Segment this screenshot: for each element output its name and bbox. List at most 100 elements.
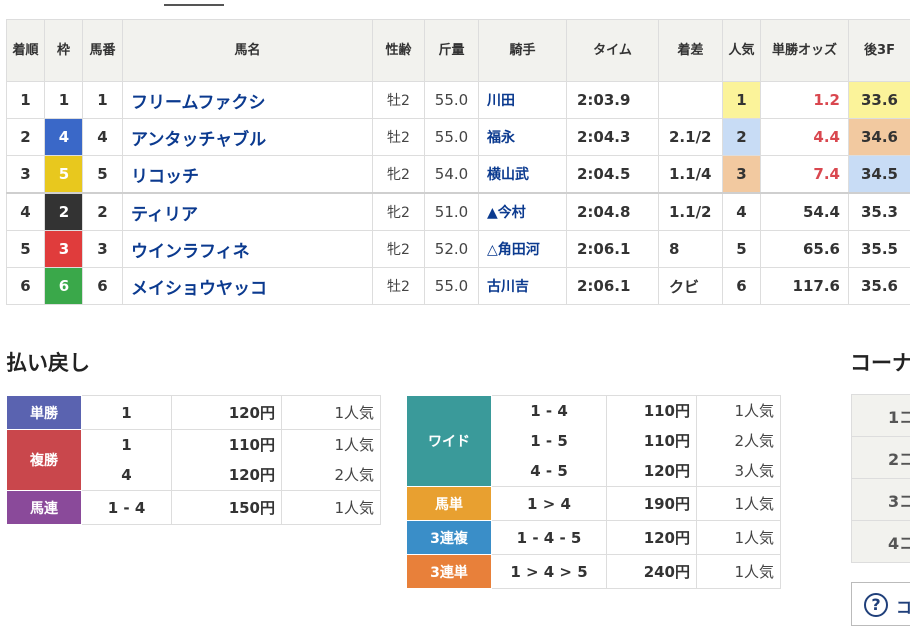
cell-odds: 4.4 [760, 118, 849, 156]
cell-horse[interactable]: アンタッチャブル [122, 118, 373, 156]
header-odds: 単勝オッズ [760, 19, 849, 82]
cell-horse[interactable]: ティリア [122, 192, 373, 231]
cell-sexage: 牡2 [372, 81, 425, 119]
payout-combo: 1 - 4 1 - 5 4 - 5 [491, 395, 607, 487]
header-agari: 後3F [848, 19, 910, 82]
payout-row: 3連複 1 - 4 - 5 120円 1人気 [406, 520, 781, 555]
cell-horse[interactable]: リコッチ [122, 155, 373, 194]
header-margin: 着差 [658, 19, 723, 82]
waku-badge: 4 [45, 119, 82, 155]
payout-row: 馬連 1 - 4 150円 1人気 [6, 490, 381, 525]
cell-waku: 3 [44, 230, 83, 268]
cell-rank: 1 [6, 81, 45, 119]
payout-row: 複勝 1 4 110円 120円 1人気 2人気 [6, 429, 381, 491]
payout-combo-value: 4 [121, 466, 132, 484]
cell-margin [658, 81, 723, 119]
payout-amount: 190円 [606, 486, 697, 521]
cell-rank: 2 [6, 118, 45, 156]
payout-table-left: 単勝 1 120円 1人気 複勝 1 4 110円 120円 1人気 2人気 馬連 1 - 4 150円 1… [6, 395, 381, 525]
payout-combo: 1 > 4 > 5 [491, 554, 607, 589]
cell-umaban: 2 [82, 192, 123, 231]
cell-agari: 35.3 [848, 192, 910, 231]
payout-combo-value: 1 [121, 436, 132, 454]
header-umaban: 馬番 [82, 19, 123, 82]
payout-combo-value: 1 > 4 > 5 [510, 562, 588, 581]
cell-odds: 54.4 [760, 192, 849, 231]
cell-umaban: 5 [82, 155, 123, 194]
payout-pop-value: 1人気 [734, 402, 774, 420]
result-row: 1 1 1 フリームファクシ 牡2 55.0 川田 2:03.9 1 1.2 33.6 [6, 81, 910, 119]
payout-combo: 14 [81, 429, 172, 491]
payout-combo-value: 1 > 4 [527, 494, 571, 513]
payout-pop: 1人気 2人気 [281, 429, 381, 491]
waku-badge: 1 [45, 82, 82, 118]
cell-umaban: 3 [82, 230, 123, 268]
corner-table: 1コ 2コ 3コ 4コ [851, 394, 910, 563]
result-row: 6 6 6 メイショウヤッコ 牡2 55.0 古川吉 2:06.1 クビ 6 117.6 35.6 [6, 267, 910, 305]
payout-pop: 1人気 2人気 3人気 [696, 395, 781, 487]
payout-pop: 1人気 [281, 395, 381, 430]
corner-row: 1コ [851, 394, 910, 437]
cell-time: 2:06.1 [566, 267, 659, 305]
waku-badge: 6 [45, 268, 82, 304]
payout-combo-value: 1 - 4 [530, 402, 568, 420]
cell-waku: 5 [44, 155, 83, 194]
payout-combo: 1 - 4 - 5 [491, 520, 607, 555]
payout-pop-value: 2人気 [334, 466, 374, 484]
waku-badge: 3 [45, 231, 82, 267]
help-button[interactable]: ? コ [851, 582, 910, 626]
cell-jockey[interactable]: 福永 [478, 118, 567, 156]
cell-jockey[interactable]: 川田 [478, 81, 567, 119]
payout-label: 3連複 [406, 520, 492, 555]
payout-pop: 1人気 [696, 520, 781, 555]
cell-odds: 117.6 [760, 267, 849, 305]
corner-title: コーナ [850, 351, 910, 375]
payout-combo-value: 1 - 4 [107, 498, 146, 517]
payout-amount: 110円 120円 [171, 429, 282, 491]
cell-waku: 2 [44, 192, 83, 231]
cell-weight: 55.0 [424, 267, 479, 305]
cell-jockey[interactable]: 古川吉 [478, 267, 567, 305]
payout-label: 馬単 [406, 486, 492, 521]
cell-horse[interactable]: メイショウヤッコ [122, 267, 373, 305]
cell-horse[interactable]: フリームファクシ [122, 81, 373, 119]
cell-agari: 35.6 [848, 267, 910, 305]
cell-margin: 2.1/2 [658, 118, 723, 156]
payout-amount: 240円 [606, 554, 697, 589]
header-horse: 馬名 [122, 19, 373, 82]
cell-odds: 65.6 [760, 230, 849, 268]
cell-jockey[interactable]: 横山武 [478, 155, 567, 194]
corner-row: 3コ [851, 478, 910, 521]
payout-pop-value: 1人気 [334, 403, 374, 422]
result-row: 3 5 5 リコッチ 牝2 54.0 横山武 2:04.5 1.1/4 3 7.4 34.5 [6, 155, 910, 194]
payout-amount-value: 240円 [643, 562, 690, 581]
cell-time: 2:03.9 [566, 81, 659, 119]
cell-rank: 6 [6, 267, 45, 305]
payout-amount: 120円 [606, 520, 697, 555]
cell-waku: 1 [44, 81, 83, 119]
payout-combo: 1 - 4 [81, 490, 172, 525]
cell-odds: 7.4 [760, 155, 849, 194]
header-weight: 斤量 [424, 19, 479, 82]
payout-table-right: ワイド 1 - 4 1 - 5 4 - 5 110円 110円 120円 1人気 2人気 3人気馬… [406, 395, 781, 589]
payout-title: 払い戻し [6, 351, 90, 375]
cell-sexage: 牝2 [372, 230, 425, 268]
cell-agari: 35.5 [848, 230, 910, 268]
payout-amount-value: 150円 [228, 498, 275, 517]
corner-label: 2コ [851, 436, 910, 479]
cell-horse[interactable]: ウインラフィネ [122, 230, 373, 268]
result-row: 5 3 3 ウインラフィネ 牝2 52.0 △角田河 2:06.1 8 5 65.6 35.5 [6, 230, 910, 268]
payout-label: ワイド [406, 395, 492, 487]
cell-pop: 6 [722, 267, 761, 305]
cell-jockey[interactable]: △角田河 [478, 230, 567, 268]
header-rank: 着順 [6, 19, 45, 82]
payout-amount-value: 120円 [228, 403, 275, 422]
payout-amount-value: 120円 [643, 528, 690, 547]
cell-jockey[interactable]: ▲今村 [478, 192, 567, 231]
cell-sexage: 牡2 [372, 118, 425, 156]
cell-sexage: 牝2 [372, 155, 425, 194]
cell-odds: 1.2 [760, 81, 849, 119]
cell-weight: 55.0 [424, 118, 479, 156]
cell-time: 2:06.1 [566, 230, 659, 268]
corner-label: 3コ [851, 478, 910, 521]
